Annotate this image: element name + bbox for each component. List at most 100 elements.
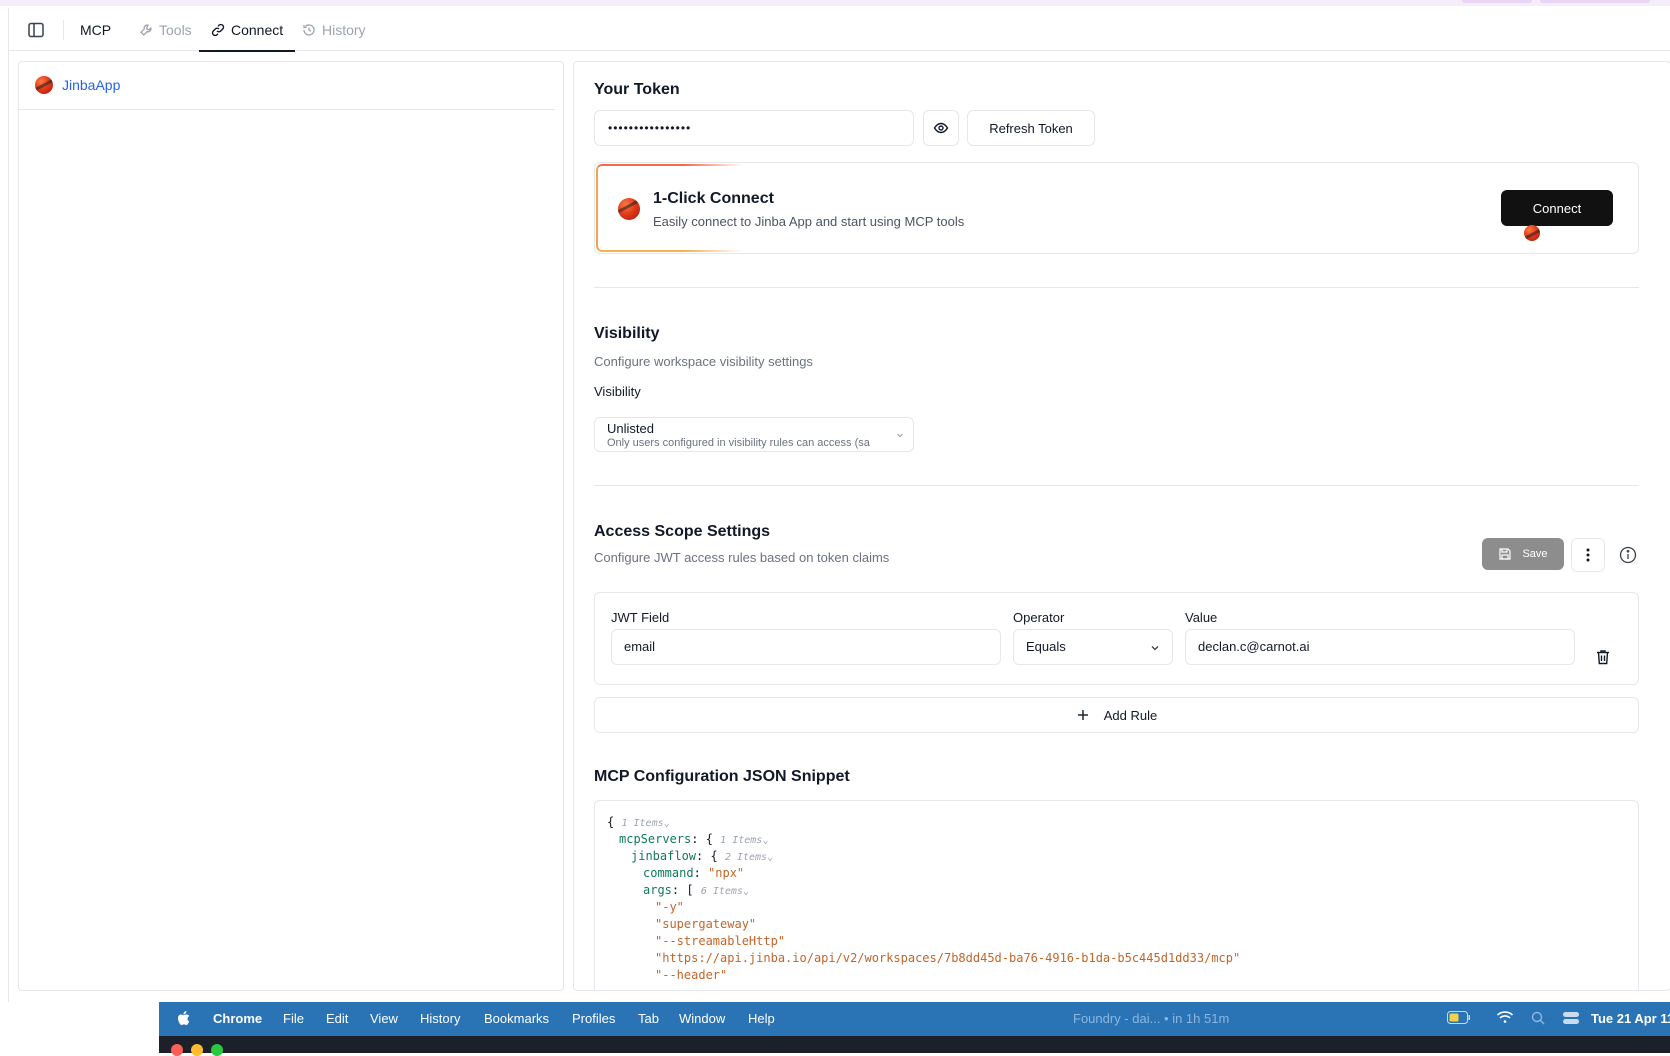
eye-icon bbox=[933, 122, 949, 134]
one-click-title: 1-Click Connect bbox=[653, 190, 774, 207]
close-window-icon[interactable] bbox=[171, 1044, 183, 1056]
token-field[interactable]: •••••••••••••••• bbox=[594, 110, 914, 146]
more-options-button[interactable] bbox=[1571, 538, 1605, 572]
browser-window-chrome bbox=[159, 1036, 1670, 1056]
wrench-icon bbox=[140, 23, 152, 36]
connect-button-label: Connect bbox=[1532, 200, 1582, 216]
tab-connect[interactable]: Connect bbox=[198, 8, 296, 52]
macos-menu-bar: Chrome File Edit View History Bookmarks … bbox=[159, 1002, 1670, 1036]
browser-tab-indicator bbox=[1462, 0, 1532, 3]
chevron-down-icon bbox=[1151, 646, 1159, 651]
refresh-token-button[interactable]: Refresh Token bbox=[967, 110, 1095, 146]
json-line: jinbaflow: { 2 Items⌄ bbox=[631, 849, 774, 863]
menu-app-name[interactable]: Chrome bbox=[213, 1011, 262, 1026]
jwt-field-label: JWT Field bbox=[611, 610, 670, 625]
json-line: "--header" bbox=[655, 968, 728, 982]
status-calendar-event[interactable]: Foundry - dai... • in 1h 51m bbox=[1073, 1011, 1229, 1026]
divider bbox=[594, 287, 1639, 288]
value-label: Value bbox=[1185, 610, 1218, 625]
info-icon[interactable] bbox=[1619, 546, 1637, 564]
jinba-logo-icon bbox=[618, 198, 640, 220]
connect-button[interactable]: Connect bbox=[1501, 190, 1613, 241]
chevron-down-icon bbox=[897, 433, 903, 438]
visibility-selected-value: Unlisted bbox=[607, 421, 654, 436]
save-icon bbox=[1499, 548, 1512, 560]
app-window: MCP Tools Connect History JinbaApp Your … bbox=[8, 8, 1670, 1002]
tab-label: Connect bbox=[231, 21, 284, 38]
plus-icon bbox=[1077, 710, 1088, 720]
visibility-field-label: Visibility bbox=[594, 384, 641, 399]
json-line: "-y" bbox=[655, 900, 684, 914]
save-button-label: Save bbox=[1522, 548, 1548, 560]
save-button[interactable]: Save bbox=[1482, 538, 1564, 570]
json-line: args: [ 6 Items⌄ bbox=[643, 883, 749, 897]
collapse-toggle[interactable]: 2 Items bbox=[725, 852, 767, 863]
menu-item-tab[interactable]: Tab bbox=[638, 1011, 659, 1026]
sidebar-item-jinbaapp[interactable]: JinbaApp bbox=[35, 76, 120, 94]
history-icon bbox=[303, 23, 315, 36]
menu-item-view[interactable]: View bbox=[370, 1011, 398, 1026]
minimize-window-icon[interactable] bbox=[191, 1044, 203, 1056]
control-center-icon[interactable] bbox=[1563, 1011, 1579, 1025]
connect-panel: Your Token •••••••••••••••• Refresh Toke… bbox=[573, 61, 1670, 991]
browser-tab-indicator bbox=[1540, 0, 1650, 3]
menu-item-profiles[interactable]: Profiles bbox=[572, 1011, 615, 1026]
operator-selected-value: Equals bbox=[1026, 639, 1066, 654]
access-rule-card: JWT Field email Operator Equals Value de… bbox=[594, 592, 1639, 685]
access-scope-title: Access Scope Settings bbox=[594, 523, 771, 540]
collapse-toggle[interactable]: 1 Items bbox=[621, 818, 663, 829]
menu-item-bookmarks[interactable]: Bookmarks bbox=[484, 1011, 549, 1026]
json-line: { 1 Items⌄ bbox=[607, 815, 670, 829]
one-click-description: Easily connect to Jinba App and start us… bbox=[653, 214, 965, 229]
sidebar-item-label: JinbaApp bbox=[62, 77, 121, 93]
json-line: command: "npx" bbox=[643, 866, 745, 880]
menu-item-history[interactable]: History bbox=[420, 1011, 460, 1026]
menu-item-help[interactable]: Help bbox=[748, 1011, 775, 1026]
collapse-toggle[interactable]: 6 Items bbox=[701, 886, 743, 897]
jinba-logo-icon bbox=[1524, 225, 1540, 241]
divider bbox=[594, 485, 1639, 486]
json-snippet-viewer[interactable]: { 1 Items⌄ mcpServers: { 1 Items⌄ jinbaf… bbox=[594, 800, 1639, 990]
apple-icon[interactable] bbox=[177, 1011, 190, 1026]
more-vertical-icon bbox=[1586, 548, 1590, 562]
access-scope-description: Configure JWT access rules based on toke… bbox=[594, 550, 890, 565]
json-line: "https://api.jinba.io/api/v2/workspaces/… bbox=[655, 951, 1241, 965]
menu-item-edit[interactable]: Edit bbox=[326, 1011, 348, 1026]
browser-top-strip bbox=[0, 0, 1670, 6]
visibility-description: Configure workspace visibility settings bbox=[594, 354, 813, 369]
jwt-field-input[interactable]: email bbox=[611, 629, 1001, 665]
json-snippet-title: MCP Configuration JSON Snippet bbox=[594, 768, 850, 785]
menu-clock: Tue 21 Apr 11:38 bbox=[1591, 1011, 1670, 1026]
json-line: "--streamableHttp" bbox=[655, 934, 786, 948]
value-input[interactable]: declan.c@carnot.ai bbox=[1185, 629, 1575, 665]
menu-item-window[interactable]: Window bbox=[679, 1011, 725, 1026]
operator-select[interactable]: Equals bbox=[1013, 629, 1173, 665]
json-line: mcpServers: { 1 Items⌄ bbox=[619, 832, 769, 846]
collapse-toggle[interactable]: 1 Items bbox=[720, 835, 762, 846]
workspace-list: JinbaApp bbox=[18, 61, 564, 991]
tab-label: History bbox=[322, 21, 366, 38]
toggle-token-visibility-button[interactable] bbox=[923, 110, 959, 146]
visibility-title: Visibility bbox=[594, 325, 660, 342]
sidebar-toggle-icon[interactable] bbox=[27, 21, 45, 39]
search-icon[interactable] bbox=[1531, 1011, 1545, 1025]
divider bbox=[19, 109, 555, 110]
divider bbox=[63, 20, 64, 40]
token-title: Your Token bbox=[594, 81, 680, 98]
trash-icon[interactable] bbox=[1594, 648, 1612, 666]
top-bar: MCP Tools Connect History bbox=[9, 8, 1670, 52]
visibility-select[interactable]: Unlisted Only users configured in visibi… bbox=[594, 417, 914, 452]
one-click-connect-card: 1-Click Connect Easily connect to Jinba … bbox=[594, 162, 1639, 254]
jinba-logo-icon bbox=[35, 76, 53, 94]
menu-item-file[interactable]: File bbox=[283, 1011, 304, 1026]
wifi-icon[interactable] bbox=[1496, 1010, 1514, 1024]
tab-label: Tools bbox=[159, 21, 192, 38]
tab-history[interactable]: History bbox=[302, 8, 366, 51]
app-title: MCP bbox=[80, 22, 112, 38]
operator-label: Operator bbox=[1013, 610, 1065, 625]
add-rule-button[interactable]: Add Rule bbox=[594, 697, 1639, 733]
maximize-window-icon[interactable] bbox=[211, 1044, 223, 1056]
json-line: "supergateway" bbox=[655, 917, 757, 931]
tab-tools[interactable]: Tools bbox=[139, 8, 192, 51]
battery-icon[interactable] bbox=[1447, 1011, 1471, 1024]
